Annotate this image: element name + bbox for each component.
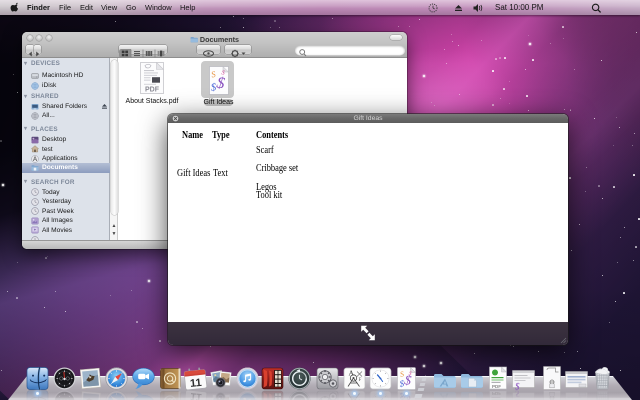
- svg-text:$: $: [515, 390, 520, 399]
- svg-text:11: 11: [189, 390, 202, 400]
- svg-text:PDF: PDF: [145, 87, 160, 94]
- svg-text:PDF: PDF: [492, 384, 501, 389]
- svg-text:11: 11: [189, 377, 202, 390]
- svg-text:A: A: [33, 157, 38, 163]
- svg-text:$: $: [515, 382, 520, 391]
- svg-text:A: A: [348, 369, 354, 378]
- svg-text:PDF: PDF: [492, 391, 501, 396]
- svg-text:F: F: [358, 378, 361, 383]
